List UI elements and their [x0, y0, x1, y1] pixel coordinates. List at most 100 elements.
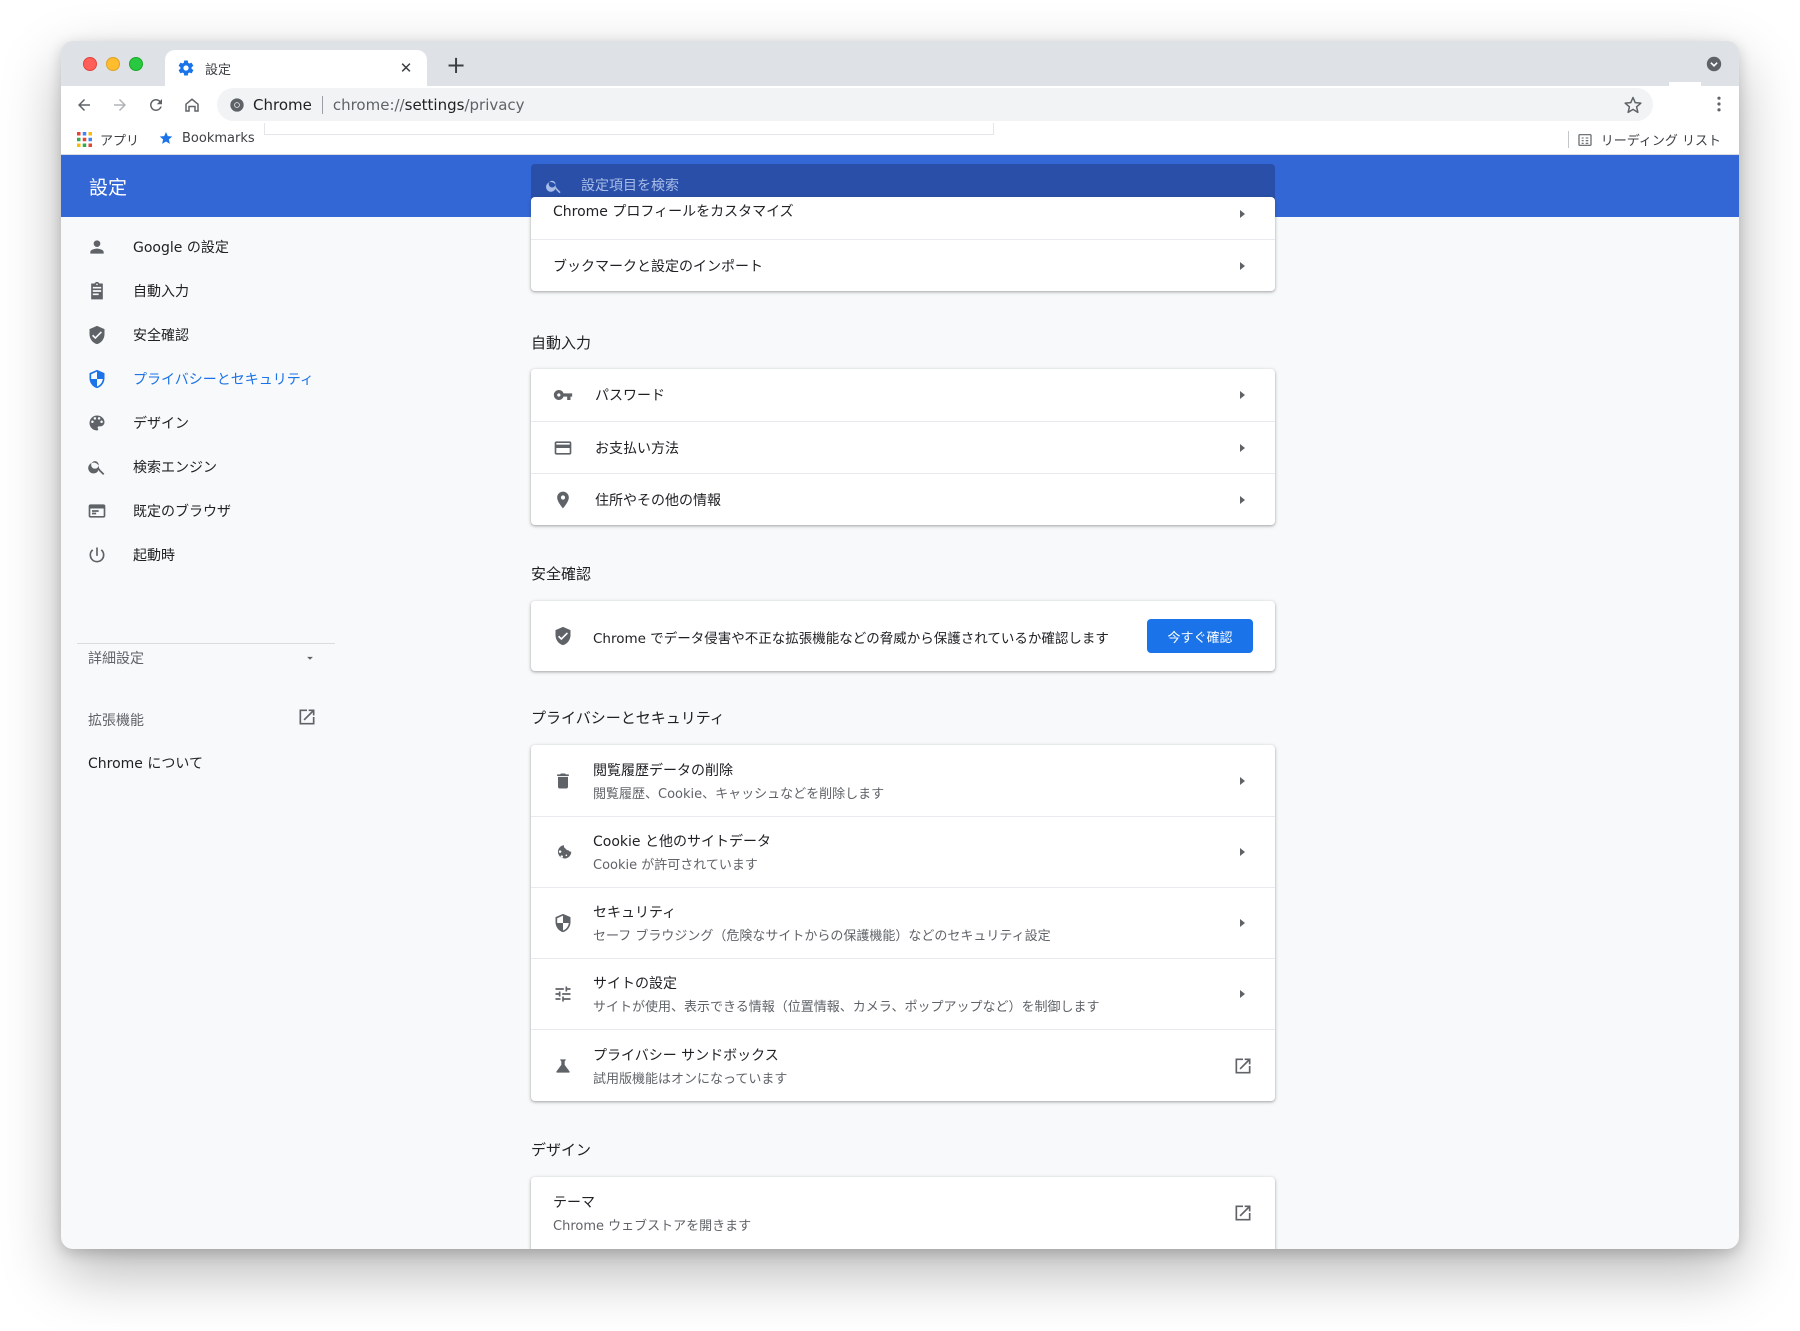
open-in-new-icon[interactable] — [297, 707, 317, 727]
autofill-card: パスワード お支払い方法 住所やその他の情報 — [531, 369, 1275, 525]
flask-icon — [551, 1054, 575, 1078]
zoom-window-button[interactable] — [129, 57, 143, 71]
privacy-row-site-settings[interactable]: サイトの設定 サイトが使用、表示できる情報（位置情報、カメラ、ポップアップなど）… — [531, 958, 1275, 1029]
row-label: テーマ — [553, 1195, 595, 1211]
row-label: ブックマークと設定のインポート — [553, 258, 763, 275]
design-row-theme[interactable]: テーマ Chrome ウェブストアを開きます — [531, 1177, 1275, 1249]
privacy-row-cookies[interactable]: Cookie と他のサイトデータ Cookie が許可されています — [531, 816, 1275, 887]
chevron-right-icon — [1240, 776, 1245, 785]
sidebar-divider — [77, 643, 335, 644]
sidebar-extensions-label: 拡張機能 — [88, 713, 144, 729]
omnibox-site-chip: Chrome — [253, 95, 312, 114]
privacy-card: 閲覧履歴データの削除 閲覧履歴、Cookie、キャッシュなどを削除します Coo… — [531, 745, 1275, 1101]
privacy-row-clear-browsing-data[interactable]: 閲覧履歴データの削除 閲覧履歴、Cookie、キャッシュなどを削除します — [531, 745, 1275, 816]
search-input[interactable] — [581, 178, 1181, 194]
extension-slot — [1669, 82, 1701, 124]
row-text: Cookie と他のサイトデータ Cookie が許可されています — [593, 831, 771, 873]
sidebar-item-google[interactable]: Google の設定 — [85, 225, 325, 269]
bookmarks-bar: アプリ Bookmarks リーディング リスト — [61, 123, 1739, 155]
close-tab-icon[interactable]: ✕ — [397, 59, 415, 77]
autofill-row-addresses[interactable]: 住所やその他の情報 — [531, 473, 1275, 525]
section-title-design: デザイン — [531, 1141, 592, 1159]
check-now-button[interactable]: 今すぐ確認 — [1147, 619, 1253, 653]
bookmark-star-icon[interactable] — [1623, 95, 1643, 115]
clipboard-icon — [85, 279, 109, 303]
chevron-right-icon — [1240, 443, 1245, 452]
chevron-right-icon — [1240, 210, 1245, 218]
row-sublabel: Cookie が許可されています — [593, 858, 758, 873]
apps-grid-icon — [77, 132, 92, 147]
tune-icon — [551, 982, 575, 1006]
sidebar-about-chrome[interactable]: Chrome について — [88, 753, 203, 773]
arrow-drop-down-icon[interactable] — [303, 651, 317, 665]
import-bookmarks-row[interactable]: ブックマークと設定のインポート — [531, 239, 1275, 291]
sidebar-item-search-engine[interactable]: 検索エンジン — [85, 445, 325, 489]
bookmark-apps-label: アプリ — [100, 134, 140, 149]
settings-main: Chrome プロフィールをカスタマイズ ブックマークと設定のインポート 自動入… — [531, 197, 1275, 1249]
person-icon — [85, 235, 109, 259]
shield-icon — [85, 367, 109, 391]
sidebar-item-default-browser[interactable]: 既定のブラウザ — [85, 489, 325, 533]
sidebar-item-label: 安全確認 — [133, 328, 189, 344]
row-label: お支払い方法 — [595, 440, 679, 457]
row-label: セキュリティ — [593, 905, 677, 921]
sidebar-advanced[interactable]: 詳細設定 — [88, 648, 144, 668]
you-and-google-card: Chrome プロフィールをカスタマイズ ブックマークと設定のインポート — [531, 197, 1275, 291]
new-tab-button[interactable]: + — [441, 50, 471, 80]
tab-settings[interactable]: 設定 ✕ — [165, 50, 427, 86]
cookie-icon — [551, 840, 575, 864]
reload-icon — [150, 98, 162, 111]
sidebar-item-label: Google の設定 — [133, 240, 229, 256]
privacy-row-security[interactable]: セキュリティ セーフ ブラウジング（危険なサイトからの保護機能）などのセキュリテ… — [531, 887, 1275, 958]
browser-window: 設定 ✕ + Chrome chrome://settings/privacy — [61, 41, 1739, 1249]
row-sublabel: 閲覧履歴、Cookie、キャッシュなどを削除します — [593, 786, 885, 802]
forward-button[interactable] — [103, 88, 137, 122]
sidebar-item-safety-check[interactable]: 安全確認 — [85, 313, 325, 357]
chevron-right-icon — [1240, 848, 1245, 856]
privacy-row-sandbox[interactable]: プライバシー サンドボックス 試用版機能はオンになっています — [531, 1029, 1275, 1101]
sidebar-item-privacy[interactable]: プライバシーとセキュリティ — [85, 357, 325, 401]
close-window-button[interactable] — [83, 57, 97, 71]
search-icon — [546, 180, 561, 194]
sidebar-item-autofill[interactable]: 自動入力 — [85, 269, 325, 313]
chrome-logo-icon — [230, 97, 244, 112]
row-label: 住所やその他の情報 — [595, 492, 721, 509]
bookmark-bookmarks[interactable]: Bookmarks — [158, 130, 255, 146]
reading-list-button[interactable]: リーディング リスト — [1577, 130, 1721, 149]
safety-check-description: Chrome でデータ侵害や不正な拡張機能などの脅威から保護されているか確認しま… — [593, 631, 1109, 647]
back-button[interactable] — [67, 88, 101, 122]
section-title-safety-check: 安全確認 — [531, 565, 592, 583]
customize-profile-row[interactable]: Chrome プロフィールをカスタマイズ — [531, 197, 1275, 239]
sidebar-item-label: 自動入力 — [133, 284, 189, 300]
sidebar-item-on-startup[interactable]: 起動時 — [85, 533, 325, 577]
sidebar-item-design[interactable]: デザイン — [85, 401, 325, 445]
chevron-right-icon — [1240, 391, 1245, 399]
autofill-row-payment[interactable]: お支払い方法 — [531, 421, 1275, 473]
sidebar-item-label: デザイン — [133, 416, 189, 432]
design-card: テーマ Chrome ウェブストアを開きます — [531, 1177, 1275, 1249]
sidebar-item-label: 既定のブラウザ — [133, 504, 231, 520]
search-icon — [85, 455, 109, 479]
bookmarks-overflow-outline — [264, 123, 994, 135]
tab-search-icon[interactable] — [1705, 55, 1723, 73]
autofill-row-passwords[interactable]: パスワード — [531, 369, 1275, 421]
minimize-window-button[interactable] — [106, 57, 120, 71]
arrow-left-icon — [78, 98, 90, 111]
reload-button[interactable] — [139, 88, 173, 122]
home-button[interactable] — [175, 88, 209, 122]
address-bar[interactable]: Chrome chrome://settings/privacy — [217, 88, 1653, 121]
gear-icon — [178, 60, 194, 76]
bookmark-apps[interactable]: アプリ — [77, 130, 139, 149]
omnibox-separator — [321, 95, 323, 114]
row-text: サイトの設定 サイトが使用、表示できる情報（位置情報、カメラ、ポップアップなど）… — [593, 973, 1099, 1015]
row-text: 閲覧履歴データの削除 閲覧履歴、Cookie、キャッシュなどを削除します — [593, 760, 884, 802]
row-label: Chrome プロフィールをカスタマイズ — [553, 204, 794, 220]
row-sublabel: セーフ ブラウジング（危険なサイトからの保護機能）などのセキュリティ設定 — [593, 929, 1051, 944]
more-vert-icon[interactable] — [1709, 94, 1729, 114]
tab-strip: 設定 ✕ + — [61, 41, 1739, 86]
row-sublabel: 試用版機能はオンになっています — [593, 1071, 788, 1087]
chevron-right-icon — [1240, 495, 1245, 504]
shield-check-icon — [85, 323, 109, 347]
reading-list-icon — [1578, 133, 1592, 146]
sidebar-extensions[interactable]: 拡張機能 — [88, 710, 144, 730]
